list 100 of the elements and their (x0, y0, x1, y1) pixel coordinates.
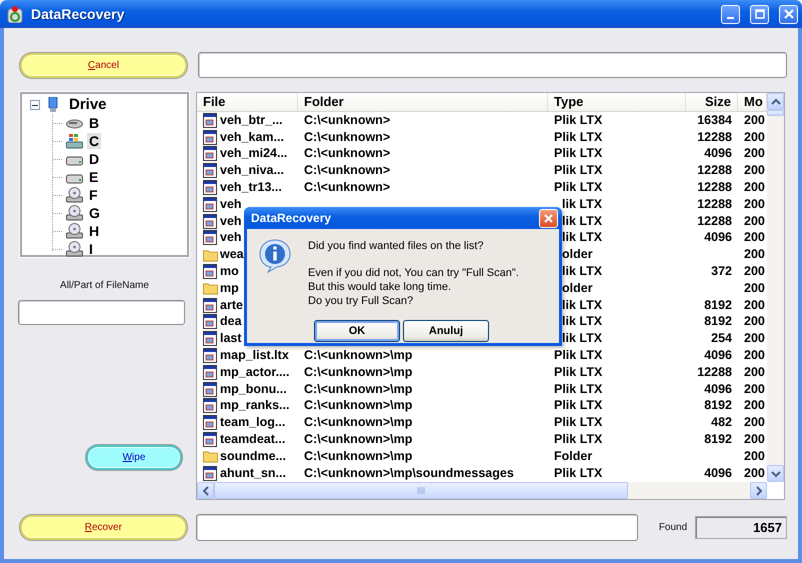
file-name: map_list.ltx (220, 348, 289, 364)
scrollbar-track[interactable] (197, 482, 767, 499)
file-name: mp_bonu... (220, 382, 287, 397)
cd-drive-icon (66, 187, 83, 203)
folder-path: C:\<unknown>\mp (303, 382, 414, 397)
folder-path: C:\<unknown>\mp (303, 398, 414, 414)
modified-date: 200 (743, 214, 766, 229)
file-name: ahunt_sn... (220, 466, 286, 481)
folder-path: C:\<unknown>\mp (303, 364, 414, 380)
file-name: team_log... (220, 415, 286, 430)
scrollbar-thumb[interactable] (214, 482, 628, 499)
tree-item[interactable]: E (87, 169, 100, 185)
modified-date: 200 (743, 196, 766, 212)
tree-item[interactable]: D (87, 151, 102, 167)
file-icon (203, 382, 217, 397)
tree-item[interactable]: B (87, 115, 102, 131)
file-size: 12288 (696, 130, 733, 145)
modified-date: 200 (743, 298, 766, 313)
modified-date: 200 (743, 130, 766, 145)
dialog-button[interactable]: Anuluj (403, 320, 489, 342)
scrollbar-track[interactable] (767, 93, 784, 482)
file-size: 4096 (703, 230, 733, 246)
file-size: 12288 (696, 214, 733, 229)
close-icon (784, 9, 794, 19)
minimize-button[interactable] (721, 4, 740, 24)
tree-item[interactable]: Drive (67, 97, 109, 113)
file-icon (203, 364, 217, 380)
cd-drive-icon (66, 241, 83, 257)
tree-item[interactable]: I (87, 241, 95, 257)
file-name: dea (220, 314, 242, 330)
filename-field[interactable] (18, 300, 185, 325)
close-icon (544, 214, 553, 222)
column-header[interactable]: Size (686, 93, 738, 111)
file-name: mp_ranks... (220, 398, 290, 414)
collapse-icon[interactable] (30, 100, 40, 110)
column-header[interactable]: File (197, 93, 298, 111)
column-header[interactable]: Type (548, 93, 686, 111)
close-button[interactable] (779, 4, 798, 24)
modified-date: 200 (743, 314, 766, 330)
cancel-button[interactable]: Cancel (20, 52, 187, 78)
modified-date: 200 (743, 264, 766, 280)
maximize-button[interactable] (750, 4, 769, 24)
file-size: 12288 (696, 180, 733, 196)
grip-icon (417, 487, 425, 494)
wipe-button[interactable]: Wipe (86, 445, 182, 470)
folder-path: C:\<unknown> (303, 163, 392, 178)
file-icon (203, 466, 217, 481)
file-size: 8192 (703, 314, 733, 330)
tree-item[interactable]: G (87, 205, 102, 221)
scroll-down-button[interactable] (767, 465, 784, 482)
file-icon (203, 348, 217, 364)
app-icon (7, 5, 23, 23)
tree-item[interactable]: H (87, 223, 102, 239)
close-button[interactable] (539, 208, 558, 228)
file-type: Plik LTX (553, 415, 604, 430)
file-size: 16384 (696, 112, 733, 128)
file-type: older (562, 280, 593, 296)
recover-button[interactable]: Recover (20, 515, 187, 540)
folder-path: C:\<unknown> (303, 180, 392, 196)
file-name: veh_btr_... (220, 112, 283, 128)
folder-path: C:\<unknown> (303, 130, 392, 145)
tree-item[interactable]: F (87, 187, 100, 203)
modified-date: 200 (743, 280, 766, 296)
file-name: veh_kam... (220, 130, 284, 145)
modified-date: 200 (743, 466, 766, 481)
status-field[interactable] (196, 514, 638, 541)
file-size: 12288 (696, 163, 733, 178)
path-field[interactable] (198, 52, 787, 78)
file-name: veh (220, 196, 242, 212)
folder-icon (203, 248, 218, 262)
modified-date: 200 (743, 230, 766, 246)
scrollbar-thumb[interactable] (767, 110, 784, 116)
tree-item[interactable]: C (87, 133, 102, 149)
file-name: last (220, 331, 242, 346)
file-type: Plik LTX (553, 348, 604, 364)
modified-date: 200 (743, 448, 766, 464)
modified-date: 200 (743, 364, 766, 380)
modified-date: 200 (743, 146, 766, 162)
file-type: lik LTX (562, 314, 602, 330)
folder-path: C:\<unknown>\mp (303, 348, 414, 364)
file-size: 8192 (703, 398, 733, 414)
file-size: 4096 (703, 466, 733, 481)
file-icon (203, 298, 217, 313)
scroll-left-button[interactable] (197, 482, 214, 499)
window-title: DataRecovery (31, 6, 126, 22)
file-type: lik LTX (562, 196, 602, 212)
scroll-right-button[interactable] (750, 482, 767, 499)
found-label: Found (658, 522, 688, 533)
scroll-up-button[interactable] (767, 93, 784, 110)
file-name: veh_tr13... (220, 180, 282, 196)
modified-date: 200 (743, 415, 766, 430)
file-name: mo (220, 264, 239, 280)
file-type: lik LTX (562, 214, 602, 229)
found-count: 1657 (695, 516, 787, 539)
dialog-title: DataRecovery (251, 211, 332, 225)
dialog-message: Even if you did not, You can try "Full Scan". But this would take long time. Do you try Full Scan? (308, 266, 519, 308)
dialog-button[interactable]: OK (314, 320, 400, 342)
file-type: Plik LTX (553, 382, 604, 397)
modified-date: 200 (743, 432, 766, 448)
column-header[interactable]: Folder (298, 93, 548, 111)
